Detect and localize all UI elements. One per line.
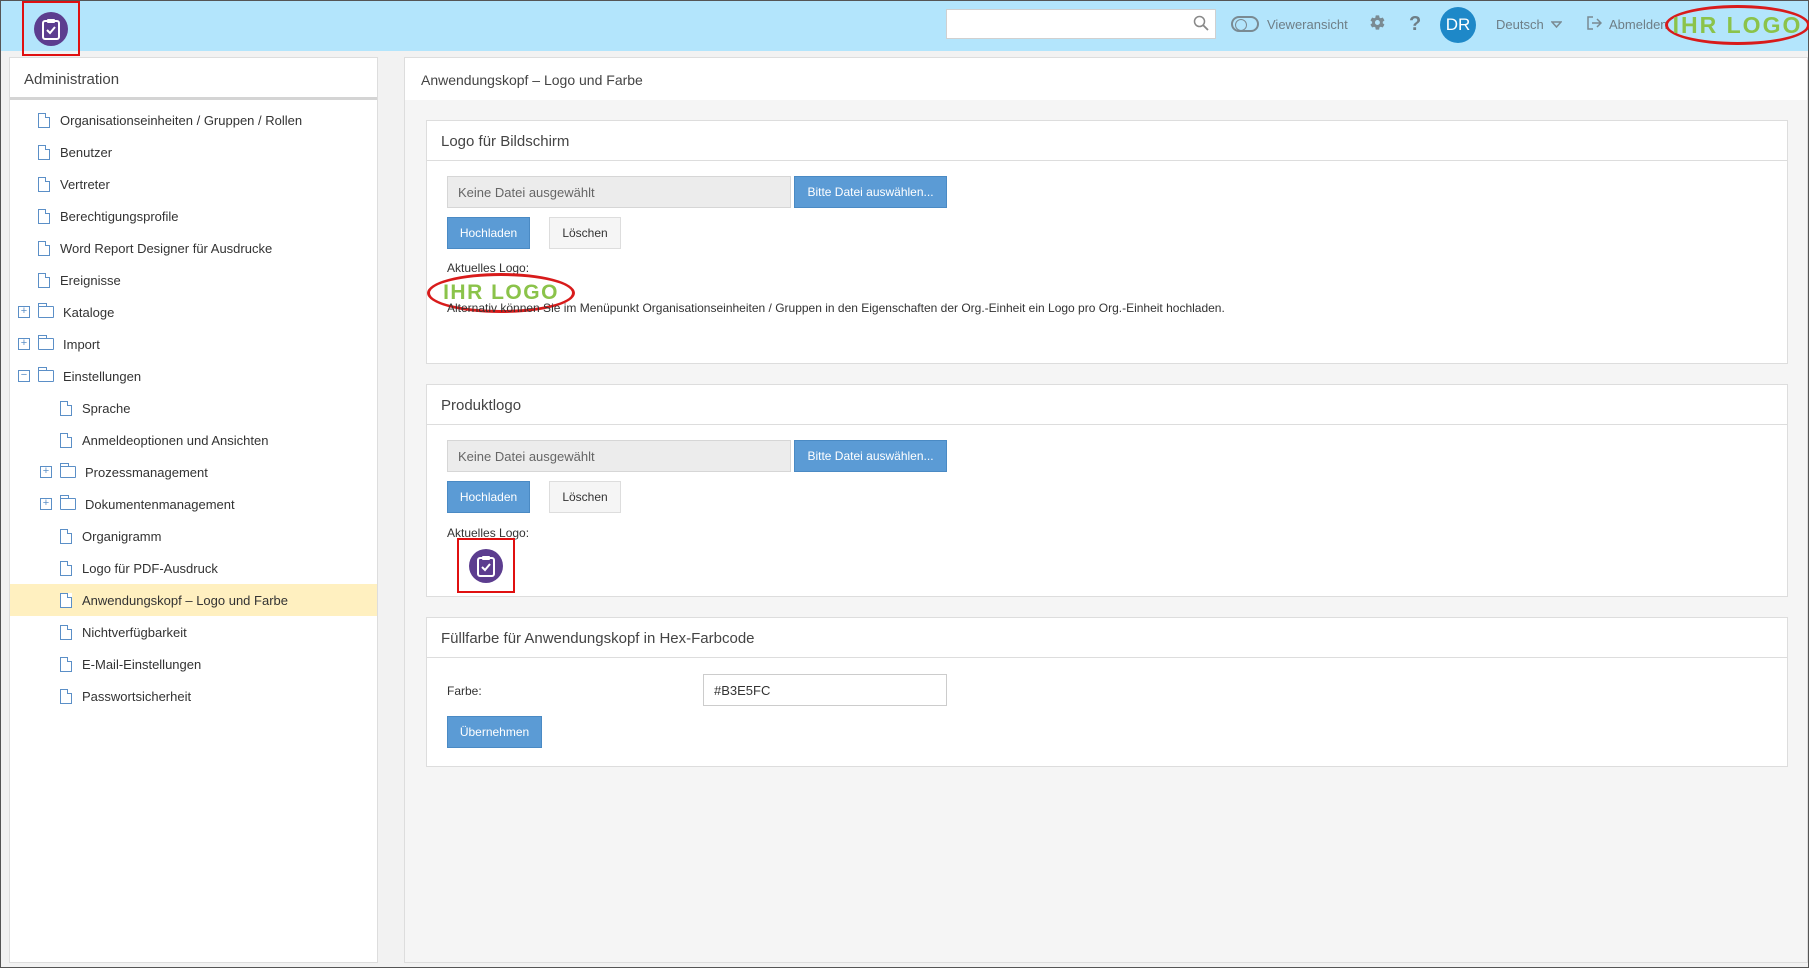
folder-icon xyxy=(38,335,54,350)
file-icon xyxy=(60,624,72,640)
sidebar-item-kataloge[interactable]: + Kataloge xyxy=(10,296,377,328)
sidebar-item-prozessmanagement[interactable]: + Prozessmanagement xyxy=(10,456,377,488)
file-icon xyxy=(60,688,72,704)
sidebar-item-email-einstellungen[interactable]: E-Mail-Einstellungen xyxy=(10,648,377,680)
choose-file-button[interactable]: Bitte Datei auswählen... xyxy=(794,176,947,208)
sidebar-item-anwendungskopf[interactable]: Anwendungskopf – Logo und Farbe xyxy=(10,584,377,616)
expand-plus-icon[interactable]: + xyxy=(18,338,30,350)
toggle-icon xyxy=(1231,16,1259,32)
file-icon xyxy=(38,112,50,128)
file-name-field[interactable]: Keine Datei ausgewählt xyxy=(447,176,791,208)
sidebar-item-passwortsicherheit[interactable]: Passwortsicherheit xyxy=(10,680,377,712)
main-content: Anwendungskopf – Logo und Farbe Logo für… xyxy=(404,57,1808,963)
language-select[interactable]: Deutsch xyxy=(1496,1,1563,47)
page-title: Anwendungskopf – Logo und Farbe xyxy=(405,58,1807,100)
sidebar-item-berechtigungsprofile[interactable]: Berechtigungsprofile xyxy=(10,200,377,232)
sidebar-item-vertreter[interactable]: Vertreter xyxy=(10,168,377,200)
language-label: Deutsch xyxy=(1496,16,1544,32)
product-logo-panel: Produktlogo Keine Datei ausgewählt Bitte… xyxy=(426,384,1788,597)
app-header: Vieweransicht ? DR Deutsch Abmelden IHR … xyxy=(1,1,1809,56)
logout-label: Abmelden xyxy=(1609,16,1668,32)
clipboard-check-icon xyxy=(34,11,68,46)
file-icon xyxy=(38,240,50,256)
nav-tree: Organisationseinheiten / Gruppen / Rolle… xyxy=(10,100,377,712)
file-icon xyxy=(60,592,72,608)
sidebar-item-nichtverfuegbarkeit[interactable]: Nichtverfügbarkeit xyxy=(10,616,377,648)
info-text: Alternativ können Sie im Menüpunkt Organ… xyxy=(447,301,1225,315)
folder-icon xyxy=(60,463,76,478)
sidebar-item-benutzer[interactable]: Benutzer xyxy=(10,136,377,168)
file-icon xyxy=(60,432,72,448)
help-button[interactable]: ? xyxy=(1409,1,1421,47)
file-icon xyxy=(60,656,72,672)
sidebar-item-einstellungen[interactable]: − Einstellungen xyxy=(10,360,377,392)
upload-button[interactable]: Hochladen xyxy=(447,481,530,513)
expand-plus-icon[interactable]: + xyxy=(40,466,52,478)
header-app-logo[interactable] xyxy=(22,1,80,56)
clipboard-check-icon xyxy=(469,548,503,583)
folder-open-icon xyxy=(38,367,54,382)
question-icon: ? xyxy=(1409,12,1422,35)
sidebar-item-word-report[interactable]: Word Report Designer für Ausdrucke xyxy=(10,232,377,264)
file-icon xyxy=(60,400,72,416)
sidebar: Administration Organisationseinheiten / … xyxy=(9,57,378,963)
file-icon xyxy=(60,528,72,544)
panel-title: Logo für Bildschirm xyxy=(427,121,1787,161)
gear-icon xyxy=(1369,14,1386,34)
avatar[interactable]: DR xyxy=(1440,7,1476,43)
upload-button[interactable]: Hochladen xyxy=(447,217,530,249)
viewer-label: Vieweransicht xyxy=(1267,16,1348,32)
sidebar-item-organigramm[interactable]: Organigramm xyxy=(10,520,377,552)
brand-logo: IHR LOGO xyxy=(1665,5,1809,45)
search-input[interactable] xyxy=(947,10,1193,38)
logout-button[interactable]: Abmelden xyxy=(1587,1,1668,47)
sidebar-item-anmeldeoptionen[interactable]: Anmeldeoptionen und Ansichten xyxy=(10,424,377,456)
sidebar-item-dokumentenmanagement[interactable]: + Dokumentenmanagement xyxy=(10,488,377,520)
collapse-minus-icon[interactable]: − xyxy=(18,370,30,382)
folder-icon xyxy=(38,303,54,318)
viewer-toggle[interactable]: Vieweransicht xyxy=(1231,1,1348,47)
product-logo-preview xyxy=(457,538,515,593)
search-icon[interactable] xyxy=(1193,15,1209,34)
file-icon xyxy=(38,272,50,288)
expand-plus-icon[interactable]: + xyxy=(40,498,52,510)
expand-plus-icon[interactable]: + xyxy=(18,306,30,318)
panel-title: Füllfarbe für Anwendungskopf in Hex-Farb… xyxy=(427,618,1787,658)
sidebar-item-sprache[interactable]: Sprache xyxy=(10,392,377,424)
apply-button[interactable]: Übernehmen xyxy=(447,716,542,748)
logout-icon xyxy=(1587,15,1603,33)
file-name-field[interactable]: Keine Datei ausgewählt xyxy=(447,440,791,472)
sidebar-item-logo-pdf[interactable]: Logo für PDF-Ausdruck xyxy=(10,552,377,584)
hex-color-input[interactable] xyxy=(703,674,947,706)
panel-title: Produktlogo xyxy=(427,385,1787,425)
file-icon xyxy=(38,208,50,224)
settings-button[interactable] xyxy=(1369,1,1386,47)
file-icon xyxy=(38,176,50,192)
file-icon xyxy=(60,560,72,576)
fill-color-panel: Füllfarbe für Anwendungskopf in Hex-Farb… xyxy=(426,617,1788,767)
search-box xyxy=(946,9,1216,39)
file-icon xyxy=(38,144,50,160)
caret-down-icon xyxy=(1550,17,1563,32)
folder-icon xyxy=(60,495,76,510)
screen-logo-panel: Logo für Bildschirm Keine Datei ausgewäh… xyxy=(426,120,1788,364)
sidebar-title: Administration xyxy=(10,58,377,100)
color-label: Farbe: xyxy=(447,684,482,698)
sidebar-item-organisationseinheiten[interactable]: Organisationseinheiten / Gruppen / Rolle… xyxy=(10,104,377,136)
sidebar-item-import[interactable]: + Import xyxy=(10,328,377,360)
delete-button[interactable]: Löschen xyxy=(549,217,621,249)
sidebar-item-ereignisse[interactable]: Ereignisse xyxy=(10,264,377,296)
delete-button[interactable]: Löschen xyxy=(549,481,621,513)
choose-file-button[interactable]: Bitte Datei auswählen... xyxy=(794,440,947,472)
